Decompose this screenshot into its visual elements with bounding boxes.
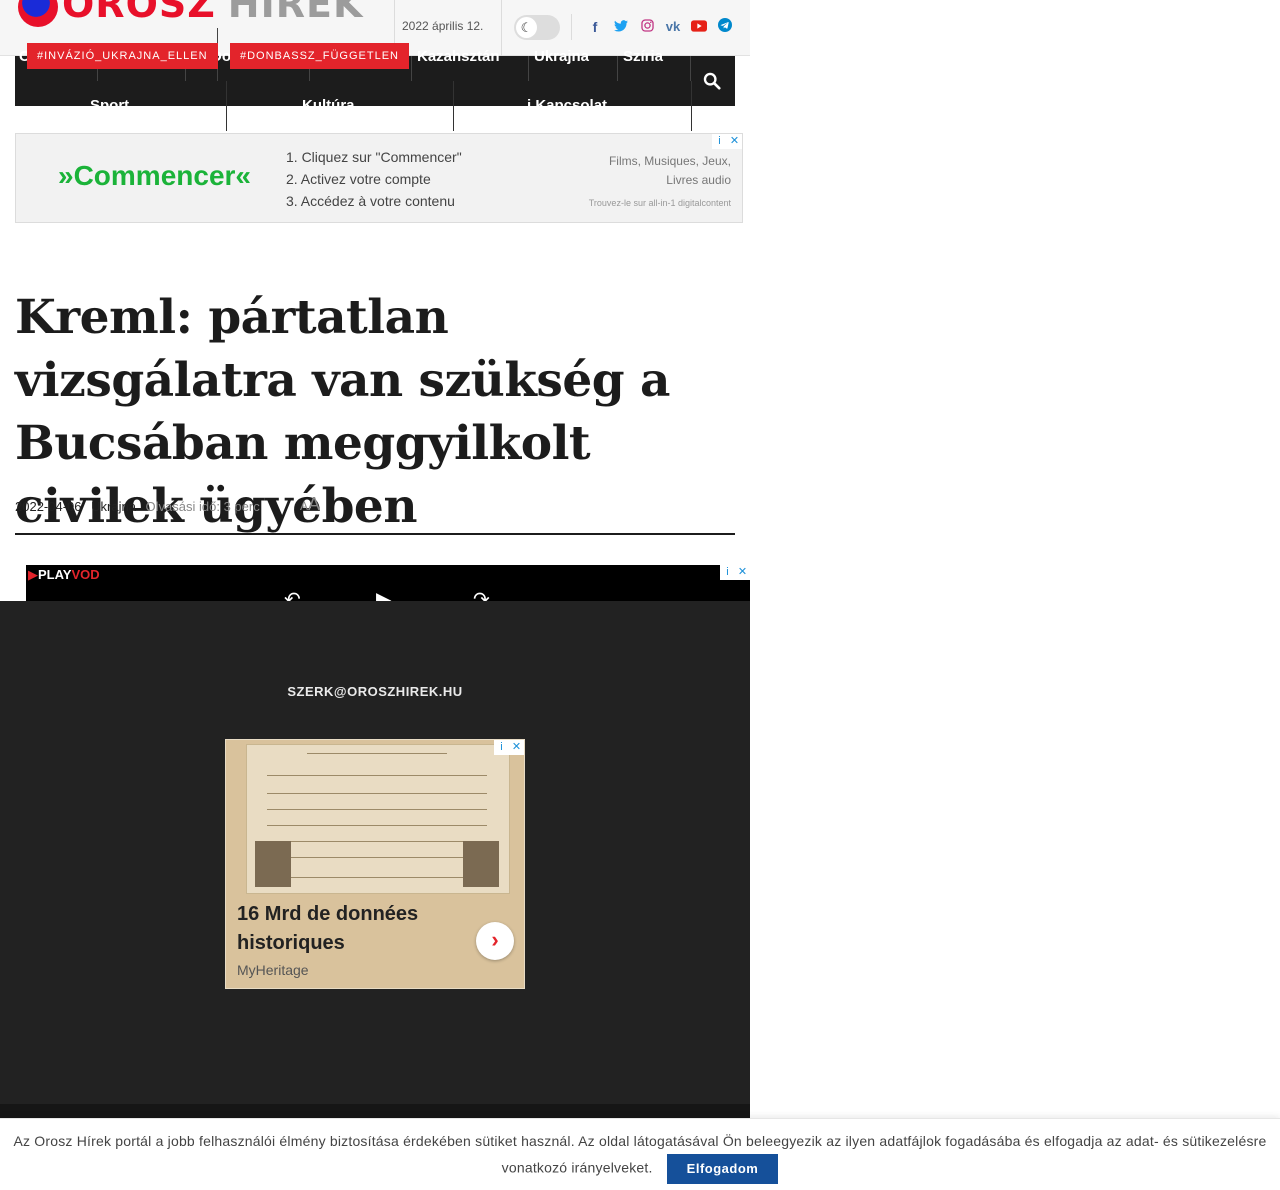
divider bbox=[453, 81, 454, 131]
ad-footnote: Trouvez-le sur all-in-1 digitalcontent bbox=[588, 198, 731, 208]
instagram-icon[interactable] bbox=[634, 18, 660, 36]
font-size-small[interactable]: A bbox=[300, 499, 308, 513]
logo-word-orosz: OROSZ bbox=[62, 0, 216, 26]
ad-controls: i ✕ bbox=[720, 565, 750, 580]
ad-close-icon[interactable]: ✕ bbox=[727, 134, 742, 149]
forward-icon[interactable]: ↷ bbox=[473, 587, 490, 601]
ad-step: 3. Accédez à votre contenu bbox=[286, 193, 455, 209]
video-ad-brand-vod: VOD bbox=[71, 567, 100, 582]
ad-info-icon[interactable]: i bbox=[720, 565, 735, 580]
ad-document-image bbox=[246, 744, 510, 894]
telegram-icon[interactable] bbox=[712, 18, 738, 36]
youtube-icon[interactable] bbox=[686, 18, 712, 36]
nav-item-kazahsztan[interactable]: Kazahsztán bbox=[417, 48, 500, 65]
divider bbox=[571, 14, 572, 40]
dark-mode-toggle[interactable]: ☾ bbox=[514, 15, 560, 40]
article-meta: 2022-04-06 Ukrajna Olvasási idő: 3 perc bbox=[15, 499, 260, 514]
ad-info-icon[interactable]: i bbox=[712, 134, 727, 149]
ad-tagline-line: Films, Musiques, Jeux, bbox=[608, 154, 731, 168]
logo-mark-icon bbox=[18, 0, 58, 27]
ad-controls: i ✕ bbox=[494, 740, 524, 755]
nav-row-secondary: Sport Kultúra i Kapcsolat bbox=[15, 81, 692, 132]
footer-ad-title[interactable]: 16 Mrd de données historiques bbox=[237, 900, 437, 958]
contact-email[interactable]: SZERK@OROSZHIREK.HU bbox=[0, 684, 750, 699]
moon-icon: ☾ bbox=[516, 17, 537, 38]
video-ad-brand: ▶PLAYVOD bbox=[28, 567, 100, 583]
ad-step: 1. Cliquez sur "Commencer" bbox=[286, 149, 462, 165]
rewind-icon[interactable]: ↶ bbox=[284, 587, 301, 601]
ad-info-icon[interactable]: i bbox=[494, 740, 509, 755]
nav-item-kapcsolat[interactable]: i Kapcsolat bbox=[527, 97, 607, 114]
divider bbox=[617, 56, 618, 81]
ad-tagline-line: Livres audio bbox=[666, 173, 731, 187]
divider bbox=[226, 81, 227, 131]
cookie-consent-text: Az Orosz Hírek portál a jobb felhasználó… bbox=[0, 1129, 1280, 1184]
logo-word-hirek: HÍREK bbox=[227, 0, 364, 26]
divider bbox=[528, 56, 529, 81]
tag-donbassz[interactable]: #DONBASSZ_FÜGGETLEN bbox=[230, 43, 409, 69]
facebook-icon[interactable]: f bbox=[582, 18, 608, 36]
twitter-icon[interactable] bbox=[608, 18, 634, 36]
cookie-consent-bar: Az Orosz Hírek portál a jobb felhasználó… bbox=[0, 1118, 1280, 1190]
article-divider bbox=[15, 533, 735, 535]
ad-banner[interactable]: i ✕ »Commencer« 1. Cliquez sur "Commence… bbox=[15, 133, 743, 223]
tag-invazio[interactable]: #INVÁZIÓ_UKRAJNA_ELLEN bbox=[27, 43, 218, 69]
video-ad-brand-play: PLAY bbox=[38, 567, 72, 582]
ad-controls: i ✕ bbox=[712, 134, 742, 149]
search-icon[interactable] bbox=[703, 72, 723, 92]
ad-steps: 1. Cliquez sur "Commencer" 2. Activez vo… bbox=[286, 146, 462, 212]
play-logo-icon: ▶ bbox=[28, 567, 38, 582]
site-footer: SZERK@OROSZHIREK.HU i ✕ 16 Mrd de donnée… bbox=[0, 601, 750, 1111]
font-size-control[interactable]: AA bbox=[300, 494, 320, 515]
article-category[interactable]: Ukrajna bbox=[91, 499, 136, 514]
vk-icon[interactable]: vk bbox=[660, 18, 686, 36]
accept-cookies-button[interactable]: Elfogadom bbox=[666, 1154, 779, 1184]
article-date[interactable]: 2022-04-06 bbox=[15, 499, 82, 514]
ad-close-icon[interactable]: ✕ bbox=[735, 565, 750, 580]
video-ad[interactable]: ▶PLAYVOD ↶ ▶ ↷ i ✕ bbox=[26, 565, 750, 601]
nav-item-kapcsolat-label: Kapcsolat bbox=[535, 97, 608, 114]
divider bbox=[690, 56, 691, 81]
divider bbox=[411, 56, 412, 81]
ad-step: 2. Activez votre compte bbox=[286, 171, 431, 187]
current-date: 2022 április 12. bbox=[402, 19, 484, 33]
page: OROSZ HÍREK 2022 április 12. ☾ f vk C Do… bbox=[0, 0, 1280, 1190]
font-size-large[interactable]: A bbox=[308, 494, 320, 514]
cookie-message: Az Orosz Hírek portál a jobb felhasználó… bbox=[13, 1133, 1267, 1176]
nav-item-sziria[interactable]: Szíria bbox=[623, 48, 663, 65]
ad-tagline: Films, Musiques, Jeux, Livres audio bbox=[591, 152, 731, 190]
social-links: f vk bbox=[582, 18, 738, 36]
ad-logo[interactable]: »Commencer« bbox=[58, 160, 251, 192]
divider bbox=[501, 0, 502, 56]
site-logo[interactable]: OROSZ HÍREK bbox=[18, 0, 363, 27]
info-icon: i bbox=[527, 97, 532, 114]
ad-close-icon[interactable]: ✕ bbox=[509, 740, 524, 755]
chevron-right-icon[interactable]: › bbox=[476, 922, 514, 960]
footer-bottom-bar bbox=[0, 1104, 750, 1118]
divider bbox=[691, 81, 692, 131]
play-icon[interactable]: ▶ bbox=[376, 587, 391, 601]
footer-ad[interactable]: i ✕ 16 Mrd de données historiques MyHeri… bbox=[225, 739, 525, 989]
reading-time: Olvasási idő: 3 perc bbox=[145, 499, 260, 514]
footer-ad-brand: MyHeritage bbox=[237, 962, 309, 978]
nav-item-kultura[interactable]: Kultúra bbox=[302, 97, 355, 114]
nav-item-ukrajna[interactable]: Ukrajna bbox=[534, 48, 589, 65]
nav-item-sport[interactable]: Sport bbox=[90, 97, 129, 114]
